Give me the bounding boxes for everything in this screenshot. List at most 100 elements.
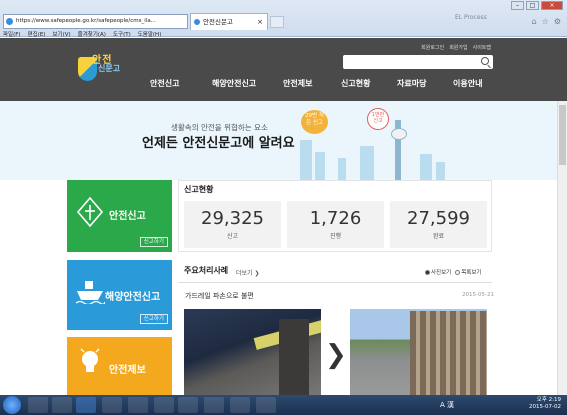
app-taskbar-icon[interactable]	[204, 397, 224, 413]
favorites-star-icon[interactable]: ☆	[542, 17, 549, 26]
building-shape	[338, 158, 346, 180]
stats-title: 신고현황	[184, 185, 214, 194]
list-view-radio[interactable]: 목록보기	[455, 268, 482, 276]
safety-report-button[interactable]: 신고하기	[139, 237, 168, 247]
marine-report-card[interactable]: 해양안전신고 신고하기	[67, 260, 172, 330]
clock-date: 2015-07-02	[529, 404, 561, 410]
tab-title: 안전신문고	[203, 18, 233, 26]
stat-label: 완료	[432, 233, 445, 240]
ime-indicator[interactable]: A 漢	[440, 400, 454, 410]
nav-item-tip[interactable]: 안전제보	[283, 78, 341, 89]
explorer-taskbar-icon[interactable]	[28, 397, 48, 413]
utility-links: 회원로그인 회원가입 사이트맵	[421, 44, 491, 51]
chevron-right-icon: ❯	[325, 340, 347, 370]
view-toggle: 사진보기 목록보기	[425, 268, 482, 276]
stat-in-progress[interactable]: 1,726 진행	[287, 201, 384, 248]
gear-icon[interactable]: ⚙	[554, 17, 561, 26]
browser-toolbar-icons: ⌂ ☆ ⚙	[532, 17, 561, 26]
new-tab-button[interactable]	[270, 16, 284, 28]
banner-badge-1: 1번만 신고	[367, 108, 389, 130]
ie-icon	[194, 19, 200, 25]
main-nav: 안전신고 해양안전신고 안전제보 신고현황 자료마당 이용안내	[150, 78, 482, 89]
site-logo[interactable]: 안전 신문고	[78, 49, 138, 89]
photo-view-radio[interactable]: 사진보기	[425, 268, 451, 276]
menu-tools[interactable]: 도구(T)	[113, 30, 131, 38]
marine-report-button[interactable]: 신고하기	[139, 314, 168, 324]
stat-label: 신고	[226, 233, 239, 240]
background-tab-title[interactable]: EL Process	[455, 14, 487, 21]
close-window-button[interactable]: ×	[541, 1, 563, 10]
menu-bar: 파일(F) 편집(E) 보기(V) 즐겨찾기(A) 도구(T) 도움말(H)	[0, 30, 161, 38]
system-tray: A 漢	[440, 400, 454, 410]
app-taskbar-icon[interactable]	[154, 397, 174, 413]
menu-edit[interactable]: 편집(E)	[28, 30, 46, 38]
menu-file[interactable]: 파일(F)	[3, 30, 21, 38]
start-button[interactable]	[3, 396, 21, 414]
safety-tip-card[interactable]: 안전제보	[67, 337, 172, 395]
stat-completed[interactable]: 27,599 완료	[390, 201, 487, 248]
sitemap-link[interactable]: 사이트맵	[473, 44, 491, 51]
login-link[interactable]: 회원로그인	[421, 44, 444, 51]
lightbulb-icon	[80, 348, 100, 372]
stat-value: 1,726	[309, 208, 362, 229]
stat-reported[interactable]: 29,325 신고	[184, 201, 281, 248]
cases-title: 주요처리사례	[184, 266, 229, 275]
browser-tab[interactable]: 안전신문고 ×	[190, 13, 268, 30]
building-shape	[315, 152, 325, 180]
hwp-taskbar-icon[interactable]	[128, 397, 148, 413]
building-shape	[436, 162, 445, 180]
app-taskbar-icon[interactable]	[230, 397, 250, 413]
nav-item-marine-report[interactable]: 해양안전신고	[212, 78, 283, 89]
more-link[interactable]: 더보기 ❯	[236, 268, 260, 277]
case-title[interactable]: 가드레일 파손으로 불편	[185, 291, 254, 301]
safety-report-card[interactable]: 안전신고 신고하기	[67, 180, 172, 252]
media-taskbar-icon[interactable]	[52, 397, 72, 413]
banner-badge-29: 29번 적은 신고	[301, 110, 328, 134]
window-controls: – □ ×	[511, 1, 563, 10]
search-input[interactable]	[343, 55, 493, 69]
building-shape	[420, 154, 432, 180]
stat-value: 29,325	[201, 208, 264, 229]
safety-tip-label: 안전제보	[109, 365, 146, 376]
ie-taskbar-icon[interactable]	[76, 397, 96, 413]
signup-link[interactable]: 회원가입	[449, 44, 467, 51]
road-sign-icon	[77, 197, 103, 227]
maximize-button[interactable]: □	[526, 1, 539, 10]
safety-report-label: 안전신고	[109, 211, 146, 222]
app-taskbar-icon[interactable]	[256, 397, 276, 413]
banner-slogan-main: 언제든 안전신문고에 알려요	[142, 136, 295, 151]
nav-item-resources[interactable]: 자료마당	[397, 78, 453, 89]
nav-item-safety-report[interactable]: 안전신고	[150, 78, 212, 89]
menu-help[interactable]: 도움말(H)	[138, 30, 162, 38]
tab-close-icon[interactable]: ×	[257, 14, 263, 30]
seoul-tower-illustration	[391, 120, 407, 180]
stat-value: 27,599	[407, 208, 470, 229]
building-shape	[300, 140, 312, 180]
nav-item-status[interactable]: 신고현황	[341, 78, 397, 89]
address-url: https://www.safepeople.go.kr/safepeople/…	[16, 18, 156, 24]
stat-label: 진행	[329, 233, 342, 240]
windows-taskbar: A 漢 오후 2:19 2015-07-02	[0, 395, 567, 415]
ship-icon	[75, 281, 105, 304]
minimize-button[interactable]: –	[511, 1, 524, 10]
search-icon[interactable]	[481, 57, 489, 65]
chrome-taskbar-icon[interactable]	[102, 397, 122, 413]
marine-report-label: 해양안전신고	[105, 292, 161, 303]
logo-text-2: 신문고	[98, 64, 121, 73]
clock-time: 오후 2:19	[536, 397, 561, 403]
taskbar-clock[interactable]: 오후 2:19 2015-07-02	[529, 397, 561, 411]
page-scrollbar[interactable]	[557, 101, 567, 395]
case-photo-before[interactable]	[184, 309, 321, 395]
menu-view[interactable]: 보기(V)	[52, 30, 70, 38]
app-taskbar-icon[interactable]	[178, 397, 198, 413]
divider	[178, 282, 492, 283]
scrollbar-thumb[interactable]	[559, 105, 566, 165]
address-bar[interactable]: https://www.safepeople.go.kr/safepeople/…	[3, 14, 188, 29]
case-photo-after[interactable]	[350, 309, 487, 395]
browser-chrome: – □ × https://www.safepeople.go.kr/safep…	[0, 0, 567, 38]
menu-favorites[interactable]: 즐겨찾기(A)	[78, 30, 106, 38]
home-icon[interactable]: ⌂	[532, 17, 537, 26]
building-shape	[360, 146, 374, 180]
ie-icon	[6, 18, 13, 25]
nav-item-guide[interactable]: 이용안내	[453, 78, 482, 89]
